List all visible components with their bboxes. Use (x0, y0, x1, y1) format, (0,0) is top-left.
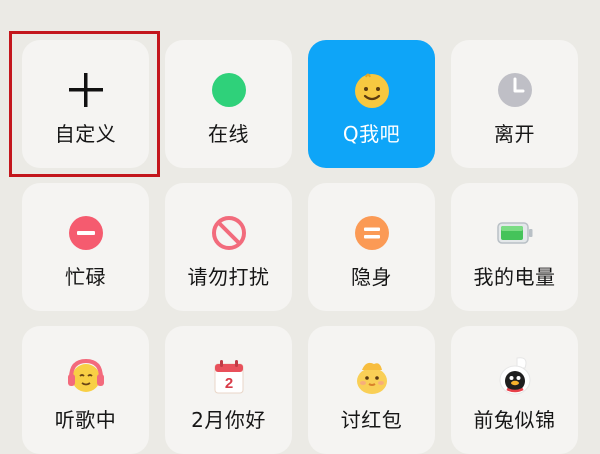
battery-icon (496, 222, 532, 244)
status-label: 隐身 (351, 265, 392, 289)
status-label: 请勿打扰 (187, 265, 270, 289)
chick-icon (356, 362, 387, 394)
plus-icon (68, 73, 103, 107)
status-grid: 自定义 在线 Q我吧 离开 忙碌 请勿打扰 隐身 我的电量 听歌中 2 2月你好… (0, 0, 600, 454)
prohibited-icon (211, 216, 246, 250)
status-tile-listening-music[interactable]: 听歌中 (22, 326, 149, 454)
green-dot-icon (211, 73, 246, 107)
status-tile-custom[interactable]: 自定义 (22, 40, 149, 168)
status-tile-hello-february[interactable]: 2 2月你好 (165, 326, 292, 454)
status-label: 前兔似锦 (473, 408, 556, 432)
status-tile-busy[interactable]: 忙碌 (22, 183, 149, 311)
status-tile-do-not-disturb[interactable]: 请勿打扰 (165, 183, 292, 311)
status-label: Q我吧 (342, 122, 401, 146)
status-label: 讨红包 (340, 408, 403, 432)
status-label: 听歌中 (54, 408, 117, 432)
status-label: 我的电量 (473, 265, 556, 289)
calendar-day-text: 2 (224, 375, 232, 392)
smiley-face-icon (354, 73, 389, 108)
status-label: 2月你好 (191, 408, 266, 432)
status-tile-invisible[interactable]: 隐身 (308, 183, 435, 311)
status-label: 自定义 (54, 122, 117, 146)
status-tile-bright-future[interactable]: 前兔似锦 (451, 326, 578, 454)
penguin-rabbit-icon (499, 357, 530, 395)
calendar-2-icon: 2 (214, 360, 243, 394)
status-label: 离开 (494, 122, 535, 146)
status-label: 忙碌 (65, 265, 106, 289)
status-tile-battery[interactable]: 我的电量 (451, 183, 578, 311)
status-tile-ask-red-packet[interactable]: 讨红包 (308, 326, 435, 454)
headphones-face-icon (67, 358, 104, 392)
status-label: 在线 (208, 122, 249, 146)
minus-circle-icon (68, 216, 103, 250)
status-tile-away[interactable]: 离开 (451, 40, 578, 168)
clock-icon (497, 73, 532, 107)
equals-circle-icon (354, 216, 389, 250)
status-tile-q-me[interactable]: Q我吧 (308, 40, 435, 168)
status-tile-online[interactable]: 在线 (165, 40, 292, 168)
